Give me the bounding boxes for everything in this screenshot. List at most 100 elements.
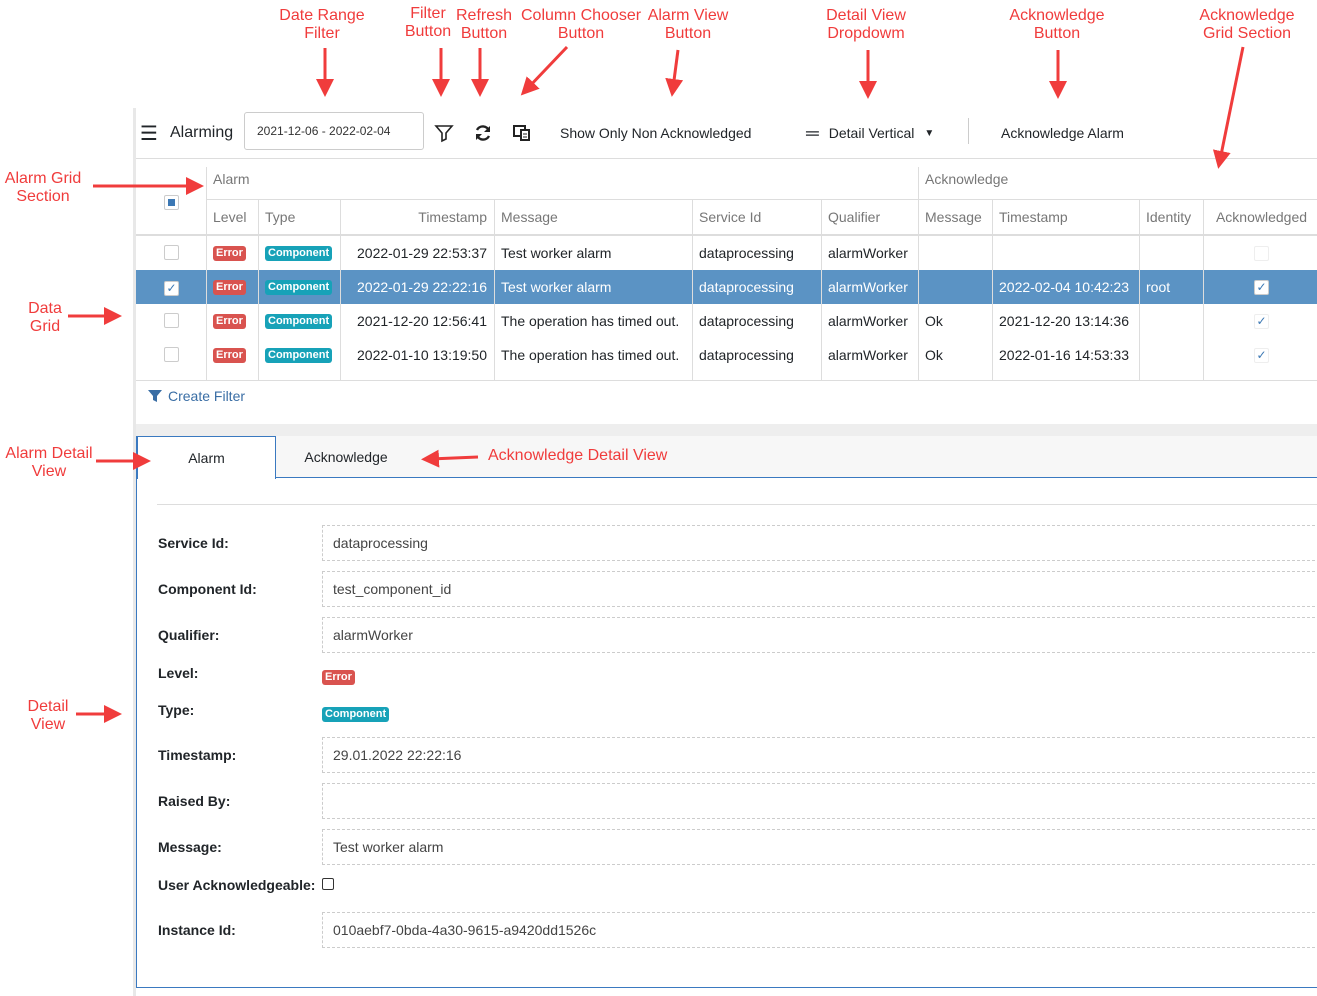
ack-timestamp-cell: 2022-02-04 10:42:23 (999, 279, 1129, 295)
page-title: Alarming (170, 124, 234, 141)
caret-down-icon: ▼ (924, 127, 935, 139)
identity-cell (1139, 304, 1203, 338)
timestamp-cell: 2022-01-29 22:22:16 (357, 279, 487, 295)
group-header-acknowledge: Acknowledge (925, 171, 1009, 187)
user-acknowledgeable-label: User Acknowledgeable: (158, 877, 316, 893)
instance-id-field[interactable]: 010aebf7-0bda-4a30-9615-a9420dd1526c (322, 912, 1317, 948)
create-filter-link[interactable]: Create Filter (148, 388, 245, 404)
filter-icon (148, 390, 162, 402)
qualifier-label: Qualifier: (158, 627, 220, 643)
service-id-cell: dataprocessing (699, 245, 794, 261)
service-id-cell: dataprocessing (699, 279, 794, 295)
splitter[interactable] (136, 424, 1317, 436)
message-cell: Test worker alarm (501, 245, 612, 261)
annotation-data-grid: Data Grid (28, 300, 62, 335)
annotation-filter-button: Filter Button (404, 5, 452, 40)
refresh-button[interactable] (473, 108, 493, 158)
qualifier-cell: alarmWorker (828, 279, 908, 295)
annotation-detail-view: Detail View (27, 698, 69, 733)
column-header-timestamp[interactable]: Timestamp (340, 200, 494, 234)
annotation-refresh-button: Refresh Button (455, 7, 513, 42)
timestamp-cell: 2022-01-10 13:19:50 (357, 347, 487, 363)
column-header-identity[interactable]: Identity (1139, 200, 1203, 234)
column-header-service-id[interactable]: Service Id (692, 200, 821, 234)
annotation-ack-grid-section: Acknowledge Grid Section (1199, 7, 1295, 42)
date-range-input[interactable]: 2021-12-06 - 2022-02-04 (244, 112, 424, 150)
qualifier-cell: alarmWorker (828, 245, 908, 261)
acknowledged-checkbox: ✓ (1254, 313, 1269, 329)
service-id-field[interactable]: dataprocessing (322, 525, 1317, 561)
row-select-checkbox[interactable] (164, 313, 179, 328)
instance-id-label: Instance Id: (158, 922, 236, 938)
create-filter-label: Create Filter (168, 388, 246, 404)
type-badge: Component (265, 347, 333, 363)
row-select-checkbox[interactable]: ✓ (164, 280, 179, 296)
ack-message-cell (918, 270, 992, 304)
ack-message-cell: Ok (925, 347, 943, 363)
level-badge: Error (213, 313, 246, 329)
annotation-date-range-filter: Date Range Filter (279, 7, 365, 42)
timestamp-field[interactable]: 29.01.2022 22:22:16 (322, 737, 1317, 773)
acknowledged-checkbox: ✓ (1254, 347, 1269, 363)
acknowledge-alarm-button[interactable]: Acknowledge Alarm (1001, 108, 1124, 158)
column-header-message[interactable]: Message (918, 200, 992, 234)
tab-alarm[interactable]: Alarm (137, 436, 276, 479)
column-header-timestamp[interactable]: Timestamp (992, 200, 1139, 234)
refresh-icon (475, 125, 491, 141)
ack-timestamp-cell: 2021-12-20 13:14:36 (999, 313, 1129, 329)
message-cell: Test worker alarm (501, 279, 612, 295)
component-id-label: Component Id: (158, 581, 257, 597)
ack-timestamp-cell (992, 236, 1139, 270)
identity-cell (1139, 236, 1203, 270)
column-header-message[interactable]: Message (494, 200, 692, 234)
identity-cell (1139, 338, 1203, 372)
detail-view-dropdown[interactable]: ═ Detail Vertical ▼ (806, 108, 934, 158)
timestamp-cell: 2022-01-29 22:53:37 (357, 245, 487, 261)
column-header-acknowledged[interactable]: Acknowledged (1203, 200, 1317, 234)
type-badge: Component (265, 245, 333, 261)
toolbar-divider (968, 118, 969, 144)
message-cell: The operation has timed out. (501, 347, 680, 363)
type-badge: Component (322, 707, 390, 722)
annotation-column-chooser: Column Chooser Button (521, 7, 642, 42)
alarming-app: ☰ Alarming 2021-12-06 - 2022-02-04 Show … (133, 108, 1317, 996)
tab-acknowledge[interactable]: Acknowledge (276, 436, 416, 478)
ack-timestamp-cell: 2022-01-16 14:53:33 (999, 347, 1129, 363)
column-header-level[interactable]: Level (206, 200, 258, 234)
raised-by-field[interactable] (322, 783, 1317, 819)
qualifier-cell: alarmWorker (828, 313, 908, 329)
column-header-type[interactable]: Type (258, 200, 340, 234)
column-chooser-button[interactable] (512, 108, 532, 158)
annotation-alarm-grid-section: Alarm Grid Section (4, 170, 82, 205)
select-all-checkbox[interactable] (164, 195, 179, 210)
column-chooser-icon (513, 125, 530, 141)
service-id-cell: dataprocessing (699, 313, 794, 329)
level-badge: Error (322, 670, 355, 685)
row-select-checkbox[interactable] (164, 245, 179, 260)
show-only-non-acknowledged-button[interactable]: Show Only Non Acknowledged (560, 108, 751, 158)
raised-by-label: Raised By: (158, 793, 231, 809)
message-label: Message: (158, 839, 222, 855)
equals-icon: ═ (806, 122, 819, 143)
group-header-alarm: Alarm (213, 171, 250, 187)
column-header-qualifier[interactable]: Qualifier (821, 200, 918, 234)
level-badge: Error (213, 279, 246, 295)
ack-message-cell: Ok (925, 313, 943, 329)
component-id-field[interactable]: test_component_id (322, 571, 1317, 607)
level-badge: Error (213, 245, 246, 261)
level-label: Level: (158, 665, 199, 681)
annotation-alarm-detail-view: Alarm Detail View (5, 445, 93, 480)
hamburger-menu-icon[interactable]: ☰ (140, 121, 160, 146)
user-acknowledgeable-checkbox[interactable] (322, 878, 334, 890)
annotation-acknowledge-button: Acknowledge Button (1009, 7, 1105, 42)
message-field[interactable]: Test worker alarm (322, 829, 1317, 865)
filter-icon (434, 125, 454, 143)
row-select-checkbox[interactable] (164, 347, 179, 362)
ack-message-cell (918, 236, 992, 270)
alarm-grid: Alarm Acknowledge Level Type Timestamp Messag… (136, 158, 1317, 381)
type-badge: Component (265, 313, 333, 329)
qualifier-cell: alarmWorker (828, 347, 908, 363)
filter-button[interactable] (434, 108, 454, 158)
qualifier-field[interactable]: alarmWorker (322, 617, 1317, 653)
message-cell: The operation has timed out. (501, 313, 680, 329)
